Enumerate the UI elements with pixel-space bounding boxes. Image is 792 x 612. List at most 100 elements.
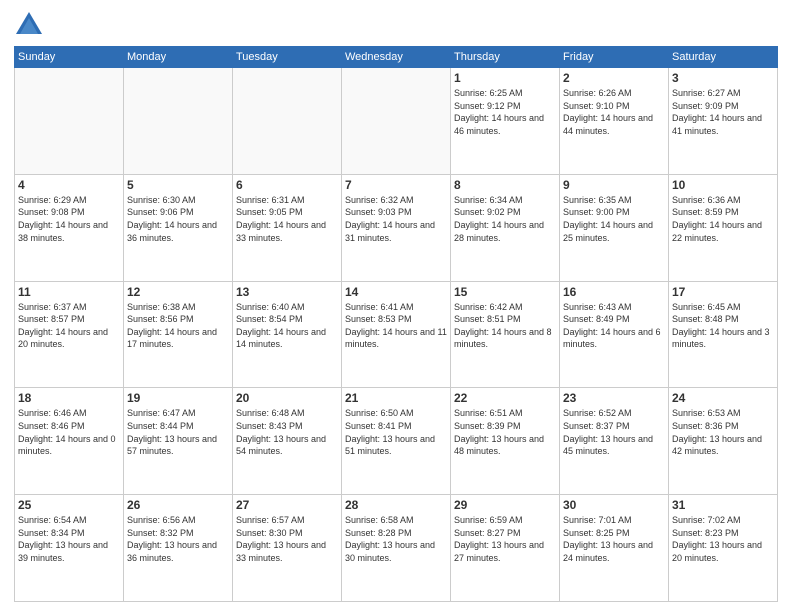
day-info: Sunrise: 7:01 AM Sunset: 8:25 PM Dayligh… [563, 514, 665, 564]
calendar-header-sunday: Sunday [15, 47, 124, 68]
calendar-week-row: 11 Sunrise: 6:37 AM Sunset: 8:57 PM Dayli… [15, 281, 778, 388]
day-number: 14 [345, 285, 447, 299]
calendar-day-cell: 18 Sunrise: 6:46 AM Sunset: 8:46 PM Dayli… [15, 388, 124, 495]
calendar-header-thursday: Thursday [451, 47, 560, 68]
day-number: 3 [672, 71, 774, 85]
day-info: Sunrise: 6:46 AM Sunset: 8:46 PM Dayligh… [18, 407, 120, 457]
calendar-day-cell: 13Sunrise: 6:40 AM Sunset: 8:54 PM Dayli… [233, 281, 342, 388]
calendar-day-cell: 19 Sunrise: 6:47 AM Sunset: 8:44 PM Dayli… [124, 388, 233, 495]
day-number: 6 [236, 178, 338, 192]
logo-icon [14, 10, 44, 40]
calendar-day-cell: 21 Sunrise: 6:50 AM Sunset: 8:41 PM Dayli… [342, 388, 451, 495]
calendar-day-cell: 6 Sunrise: 6:31 AM Sunset: 9:05 PM Daylig… [233, 174, 342, 281]
day-number: 17 [672, 285, 774, 299]
day-info: Sunrise: 6:38 AM Sunset: 8:56 PM Dayligh… [127, 301, 229, 351]
day-number: 12 [127, 285, 229, 299]
calendar-day-cell: 23 Sunrise: 6:52 AM Sunset: 8:37 PM Dayli… [560, 388, 669, 495]
calendar-header-tuesday: Tuesday [233, 47, 342, 68]
day-info: Sunrise: 6:25 AM Sunset: 9:12 PM Dayligh… [454, 87, 556, 137]
calendar-day-cell: 30 Sunrise: 7:01 AM Sunset: 8:25 PM Dayli… [560, 495, 669, 602]
day-info: Sunrise: 6:43 AM Sunset: 8:49 PM Dayligh… [563, 301, 665, 351]
calendar-day-cell: 16Sunrise: 6:43 AM Sunset: 8:49 PM Dayli… [560, 281, 669, 388]
day-info: Sunrise: 6:40 AM Sunset: 8:54 PM Dayligh… [236, 301, 338, 351]
calendar-day-cell: 12 Sunrise: 6:38 AM Sunset: 8:56 PM Dayli… [124, 281, 233, 388]
calendar-day-cell: 27Sunrise: 6:57 AM Sunset: 8:30 PM Dayli… [233, 495, 342, 602]
calendar-header-monday: Monday [124, 47, 233, 68]
day-info: Sunrise: 6:52 AM Sunset: 8:37 PM Dayligh… [563, 407, 665, 457]
day-info: Sunrise: 6:36 AM Sunset: 8:59 PM Dayligh… [672, 194, 774, 244]
day-number: 25 [18, 498, 120, 512]
day-info: Sunrise: 6:30 AM Sunset: 9:06 PM Dayligh… [127, 194, 229, 244]
calendar-day-cell: 10Sunrise: 6:36 AM Sunset: 8:59 PM Dayli… [669, 174, 778, 281]
day-number: 11 [18, 285, 120, 299]
day-number: 22 [454, 391, 556, 405]
calendar-day-cell: 24 Sunrise: 6:53 AM Sunset: 8:36 PM Dayli… [669, 388, 778, 495]
calendar-day-cell: 7 Sunrise: 6:32 AM Sunset: 9:03 PM Daylig… [342, 174, 451, 281]
day-number: 21 [345, 391, 447, 405]
calendar-day-cell: 8Sunrise: 6:34 AM Sunset: 9:02 PM Daylig… [451, 174, 560, 281]
day-number: 2 [563, 71, 665, 85]
calendar-day-cell: 29 Sunrise: 6:59 AM Sunset: 8:27 PM Dayli… [451, 495, 560, 602]
calendar-day-cell: 9 Sunrise: 6:35 AM Sunset: 9:00 PM Daylig… [560, 174, 669, 281]
calendar-header-friday: Friday [560, 47, 669, 68]
day-info: Sunrise: 6:48 AM Sunset: 8:43 PM Dayligh… [236, 407, 338, 457]
day-info: Sunrise: 6:37 AM Sunset: 8:57 PM Dayligh… [18, 301, 120, 351]
calendar-day-cell: 22 Sunrise: 6:51 AM Sunset: 8:39 PM Dayli… [451, 388, 560, 495]
day-number: 5 [127, 178, 229, 192]
day-number: 26 [127, 498, 229, 512]
day-number: 7 [345, 178, 447, 192]
calendar-day-cell: 26 Sunrise: 6:56 AM Sunset: 8:32 PM Dayli… [124, 495, 233, 602]
day-info: Sunrise: 6:58 AM Sunset: 8:28 PM Dayligh… [345, 514, 447, 564]
day-info: Sunrise: 6:26 AM Sunset: 9:10 PM Dayligh… [563, 87, 665, 137]
day-number: 8 [454, 178, 556, 192]
day-number: 19 [127, 391, 229, 405]
calendar-week-row: 1 Sunrise: 6:25 AM Sunset: 9:12 PM Daylig… [15, 68, 778, 175]
calendar-day-cell: 2 Sunrise: 6:26 AM Sunset: 9:10 PM Daylig… [560, 68, 669, 175]
calendar-day-cell: 14 Sunrise: 6:41 AM Sunset: 8:53 PM Dayli… [342, 281, 451, 388]
day-number: 28 [345, 498, 447, 512]
day-info: Sunrise: 6:32 AM Sunset: 9:03 PM Dayligh… [345, 194, 447, 244]
day-info: Sunrise: 6:29 AM Sunset: 9:08 PM Dayligh… [18, 194, 120, 244]
calendar: SundayMondayTuesdayWednesdayThursdayFrid… [14, 46, 778, 602]
day-info: Sunrise: 6:53 AM Sunset: 8:36 PM Dayligh… [672, 407, 774, 457]
day-info: Sunrise: 6:45 AM Sunset: 8:48 PM Dayligh… [672, 301, 774, 351]
day-info: Sunrise: 6:47 AM Sunset: 8:44 PM Dayligh… [127, 407, 229, 457]
day-info: Sunrise: 6:31 AM Sunset: 9:05 PM Dayligh… [236, 194, 338, 244]
day-info: Sunrise: 6:59 AM Sunset: 8:27 PM Dayligh… [454, 514, 556, 564]
day-number: 18 [18, 391, 120, 405]
calendar-header-saturday: Saturday [669, 47, 778, 68]
calendar-week-row: 25 Sunrise: 6:54 AM Sunset: 8:34 PM Dayli… [15, 495, 778, 602]
page: SundayMondayTuesdayWednesdayThursdayFrid… [0, 0, 792, 612]
day-number: 24 [672, 391, 774, 405]
calendar-week-row: 18 Sunrise: 6:46 AM Sunset: 8:46 PM Dayli… [15, 388, 778, 495]
day-number: 1 [454, 71, 556, 85]
day-info: Sunrise: 6:56 AM Sunset: 8:32 PM Dayligh… [127, 514, 229, 564]
calendar-day-cell: 5 Sunrise: 6:30 AM Sunset: 9:06 PM Daylig… [124, 174, 233, 281]
day-number: 15 [454, 285, 556, 299]
calendar-day-cell: 15 Sunrise: 6:42 AM Sunset: 8:51 PM Dayli… [451, 281, 560, 388]
day-info: Sunrise: 6:42 AM Sunset: 8:51 PM Dayligh… [454, 301, 556, 351]
calendar-header-row: SundayMondayTuesdayWednesdayThursdayFrid… [15, 47, 778, 68]
calendar-day-cell: 3Sunrise: 6:27 AM Sunset: 9:09 PM Daylig… [669, 68, 778, 175]
calendar-day-cell [342, 68, 451, 175]
day-number: 9 [563, 178, 665, 192]
calendar-day-cell: 20 Sunrise: 6:48 AM Sunset: 8:43 PM Dayli… [233, 388, 342, 495]
day-number: 23 [563, 391, 665, 405]
calendar-week-row: 4Sunrise: 6:29 AM Sunset: 9:08 PM Daylig… [15, 174, 778, 281]
day-info: Sunrise: 6:35 AM Sunset: 9:00 PM Dayligh… [563, 194, 665, 244]
calendar-day-cell: 1 Sunrise: 6:25 AM Sunset: 9:12 PM Daylig… [451, 68, 560, 175]
day-info: Sunrise: 6:51 AM Sunset: 8:39 PM Dayligh… [454, 407, 556, 457]
calendar-day-cell: 31Sunrise: 7:02 AM Sunset: 8:23 PM Dayli… [669, 495, 778, 602]
calendar-day-cell: 4Sunrise: 6:29 AM Sunset: 9:08 PM Daylig… [15, 174, 124, 281]
day-number: 29 [454, 498, 556, 512]
day-number: 31 [672, 498, 774, 512]
day-info: Sunrise: 6:50 AM Sunset: 8:41 PM Dayligh… [345, 407, 447, 457]
day-info: Sunrise: 6:41 AM Sunset: 8:53 PM Dayligh… [345, 301, 447, 351]
day-info: Sunrise: 6:54 AM Sunset: 8:34 PM Dayligh… [18, 514, 120, 564]
day-number: 20 [236, 391, 338, 405]
day-number: 30 [563, 498, 665, 512]
header [14, 10, 778, 40]
calendar-day-cell [233, 68, 342, 175]
day-info: Sunrise: 6:57 AM Sunset: 8:30 PM Dayligh… [236, 514, 338, 564]
calendar-day-cell [15, 68, 124, 175]
